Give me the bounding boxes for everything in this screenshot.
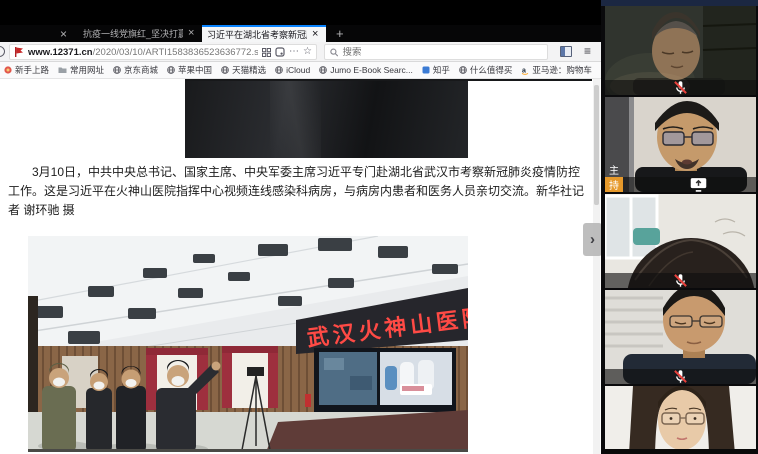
hospital-room-illustration: 武汉火神山医院 bbox=[28, 236, 468, 452]
browser-toolbar: www.12371.cn/2020/03/10/ARTI158383652363… bbox=[0, 42, 601, 62]
bookmark-smzdm[interactable]: 什么值得买 bbox=[459, 64, 513, 76]
participant-tile-3[interactable]: 许水贵 bbox=[605, 194, 756, 288]
globe-icon bbox=[167, 66, 175, 74]
extension-grid-icon[interactable] bbox=[262, 48, 271, 57]
globe-icon bbox=[319, 66, 327, 74]
tab-close-icon[interactable]: × bbox=[312, 29, 318, 40]
tab-title: 习近平在湖北省考察新冠肺炎疫情防 bbox=[207, 28, 307, 41]
participant-tile-4[interactable]: 杨美华 bbox=[605, 290, 756, 384]
url-bar[interactable]: www.12371.cn/2020/03/10/ARTI158383652363… bbox=[9, 44, 317, 60]
tab-xi-hubei-active[interactable]: 习近平在湖北省考察新冠肺炎疫情防 × bbox=[202, 25, 326, 42]
zhihu-icon bbox=[422, 66, 430, 74]
screen-share-icon bbox=[627, 177, 756, 192]
page-scrollbar-thumb[interactable] bbox=[594, 85, 599, 205]
sidebar-toggle-icon[interactable] bbox=[560, 46, 572, 57]
reload-icon[interactable] bbox=[0, 46, 5, 57]
participant-namebar: 杨美华 bbox=[605, 369, 756, 384]
article-caption: 3月10日，中共中央总书记、国家主席、中央军委主席习近平专门赴湖北省武汉市考察新… bbox=[8, 163, 584, 220]
conference-panel-collapse-chevron[interactable]: › bbox=[583, 223, 602, 256]
tab-covid-party[interactable]: 抗疫一线党旗红_坚决打赢疫情防控 × bbox=[78, 25, 200, 42]
tab-close-icon[interactable]: × bbox=[60, 27, 67, 41]
search-icon bbox=[330, 48, 338, 57]
globe-icon bbox=[113, 66, 121, 74]
bookmark-star-icon[interactable]: ☆ bbox=[303, 47, 312, 57]
bookmark-folder-common-sites[interactable]: 常用网址 bbox=[58, 64, 104, 76]
bookmark-icloud[interactable]: iCloud bbox=[275, 65, 310, 75]
tab-title: 抗疫一线党旗红_坚决打赢疫情防控 bbox=[83, 27, 183, 40]
new-tab-button[interactable]: + bbox=[332, 26, 348, 41]
screenshot-icon[interactable] bbox=[275, 47, 285, 57]
globe-icon bbox=[459, 66, 467, 74]
microphone-muted-icon bbox=[609, 369, 752, 384]
webpage-content: 3月10日，中共中央总书记、国家主席、中央军委主席习近平专门赴湖北省武汉市考察新… bbox=[0, 79, 601, 454]
hamburger-menu-icon[interactable]: ≡ bbox=[584, 45, 596, 57]
participant-tile-2[interactable]: 主持人 brucehorse bbox=[605, 97, 756, 192]
bookmarks-bar: 新手上路 常用网址 京东商城 苹果中国 天猫精选 iCloud Jumo E-B… bbox=[0, 62, 601, 79]
participant-tile-1[interactable]: 卢文忠 bbox=[605, 6, 756, 95]
participant-namebar: 卢文忠 bbox=[605, 80, 756, 95]
url-text: www.12371.cn/2020/03/10/ARTI158383652363… bbox=[28, 47, 258, 58]
fire-extinguisher bbox=[305, 394, 311, 407]
participant-tile-5[interactable] bbox=[605, 386, 756, 454]
article-photo-huoshenshan: 武汉火神山医院 bbox=[28, 236, 468, 452]
tab-close-icon[interactable]: × bbox=[188, 28, 194, 39]
bookmark-tmall[interactable]: 天猫精选 bbox=[221, 64, 266, 76]
conference-sidebar: 卢文忠 主持人 bbox=[601, 0, 758, 454]
bookmark-getting-started[interactable]: 新手上路 bbox=[4, 64, 49, 76]
bookmark-apple-china[interactable]: 苹果中国 bbox=[167, 64, 212, 76]
search-input[interactable] bbox=[342, 47, 542, 58]
video-wall bbox=[314, 348, 456, 412]
bookmark-zhihu[interactable]: 知乎 bbox=[422, 64, 450, 76]
getting-started-icon bbox=[4, 66, 12, 74]
bookmark-amazon-cart[interactable]: a 亚马逊：购物车 bbox=[521, 64, 592, 76]
bookmark-jd[interactable]: 京东商城 bbox=[113, 64, 158, 76]
site-favicon bbox=[14, 47, 24, 57]
host-badge: 主持人 bbox=[605, 177, 623, 192]
browser-tab-strip: × 抗疫一线党旗红_坚决打赢疫情防控 × 习近平在湖北省考察新冠肺炎疫情防 × … bbox=[0, 25, 601, 42]
microphone-muted-icon bbox=[609, 80, 752, 95]
globe-icon bbox=[275, 66, 283, 74]
amazon-icon: a bbox=[521, 66, 529, 75]
page-actions-icon[interactable]: ⋯ bbox=[289, 47, 299, 57]
desktop: × 抗疫一线党旗红_坚决打赢疫情防控 × 习近平在湖北省考察新冠肺炎疫情防 × … bbox=[0, 0, 758, 454]
search-bar[interactable] bbox=[324, 44, 548, 60]
globe-icon bbox=[221, 66, 229, 74]
screen-share-region: × 抗疫一线党旗红_坚决打赢疫情防控 × 习近平在湖北省考察新冠肺炎疫情防 × … bbox=[0, 0, 601, 454]
participant-namebar: 主持人 brucehorse bbox=[605, 177, 756, 192]
bookmark-jumo-ebook[interactable]: Jumo E-Book Searc... bbox=[319, 65, 413, 75]
previous-article-photo bbox=[185, 81, 468, 158]
participant-video bbox=[605, 386, 756, 454]
microphone-muted-icon bbox=[609, 273, 752, 288]
participant-namebar: 许水贵 bbox=[605, 273, 756, 288]
folder-icon bbox=[58, 66, 67, 74]
